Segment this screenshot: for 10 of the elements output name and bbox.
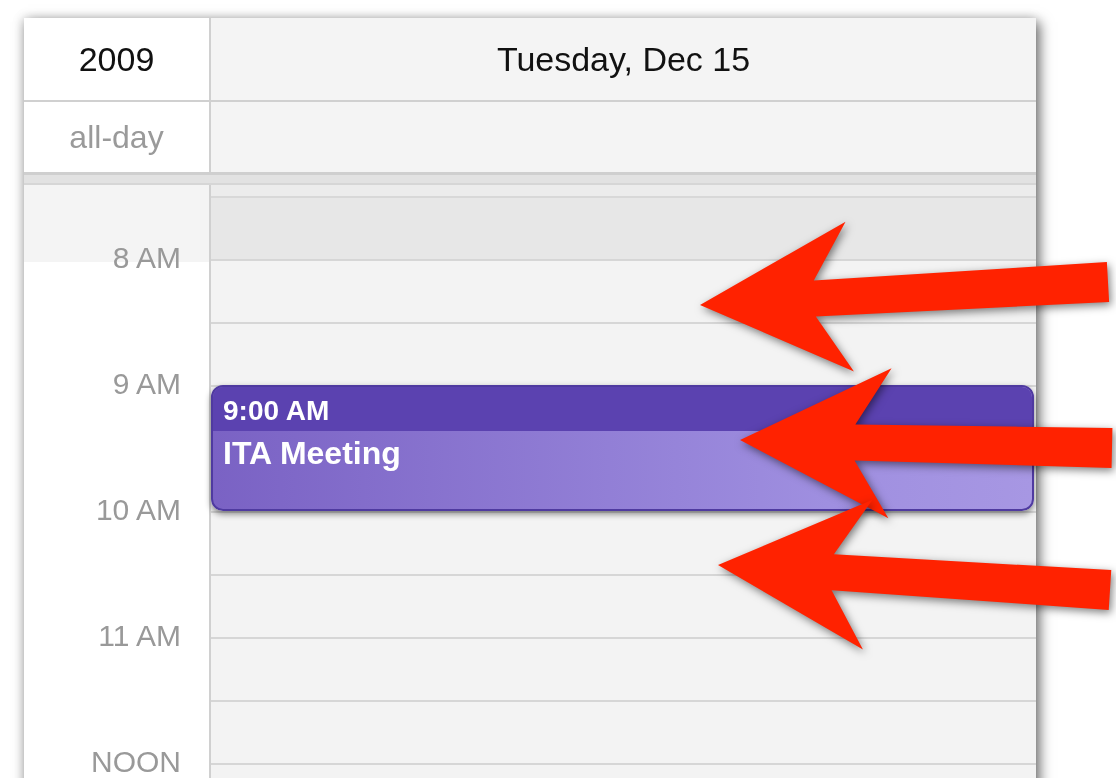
hour-label: NOON: [91, 749, 181, 775]
year-label: 2009: [24, 18, 211, 102]
hour-label: 9 AM: [112, 371, 181, 397]
all-day-label: all-day: [24, 102, 211, 172]
hour-label: 10 AM: [95, 497, 181, 523]
event-time: 9:00 AM: [213, 387, 1032, 431]
day-title: Tuesday, Dec 15: [211, 18, 1036, 102]
hour-label: 11 AM: [98, 623, 181, 649]
event-title: ITA Meeting: [222, 434, 402, 473]
hour-label: 8 AM: [112, 245, 181, 271]
